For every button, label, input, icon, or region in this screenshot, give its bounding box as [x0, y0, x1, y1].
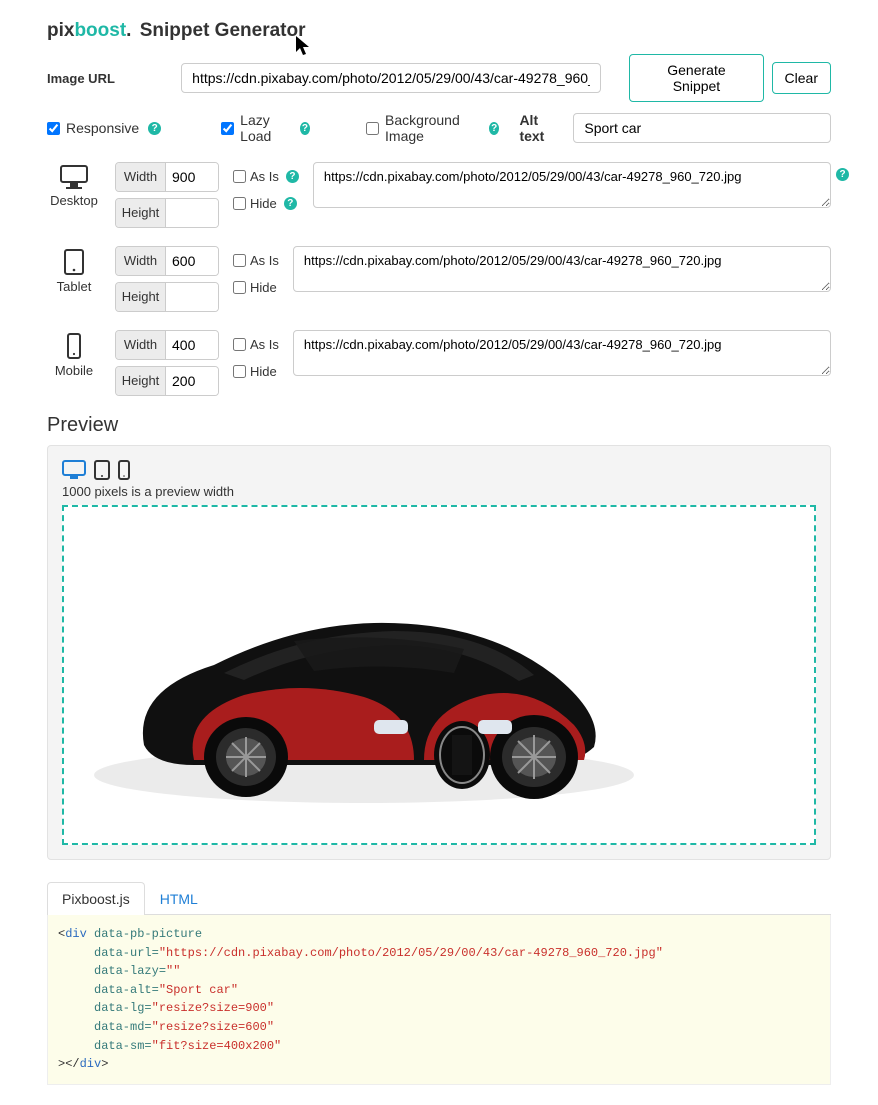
- device-mobile-label: Mobile: [47, 330, 101, 378]
- mobile-url-textarea[interactable]: [293, 330, 831, 376]
- mobile-asis-checkbox[interactable]: As Is: [233, 337, 279, 352]
- clear-button[interactable]: Clear: [772, 62, 831, 94]
- responsive-checkbox[interactable]: [47, 122, 60, 135]
- device-desktop-label: Desktop: [47, 162, 101, 208]
- alt-text-input[interactable]: [573, 113, 831, 143]
- image-url-input[interactable]: [181, 63, 601, 93]
- tab-pixboostjs[interactable]: Pixboost.js: [47, 882, 145, 915]
- image-url-label: Image URL: [47, 71, 173, 86]
- tablet-height-input[interactable]: [166, 283, 218, 311]
- mobile-hide-checkbox[interactable]: Hide: [233, 364, 279, 379]
- help-icon[interactable]: ?: [284, 197, 297, 210]
- cursor-icon: [296, 36, 310, 56]
- preview-mobile-icon[interactable]: [118, 460, 130, 480]
- preview-canvas: [62, 505, 816, 845]
- alt-label: Alt text: [519, 112, 559, 144]
- mobile-width-input[interactable]: [166, 331, 218, 359]
- lazy-checkbox[interactable]: [221, 122, 234, 135]
- desktop-height-input[interactable]: [166, 199, 218, 227]
- tab-html[interactable]: HTML: [145, 882, 213, 915]
- preview-note: 1000 pixels is a preview width: [62, 484, 816, 499]
- preview-car-image: [64, 525, 664, 825]
- bg-checkbox-wrap[interactable]: Background Image ?: [366, 112, 499, 144]
- code-output[interactable]: <div data-pb-picture data-url="https://c…: [47, 915, 831, 1085]
- app-logo: pixboost. Snippet Generator: [47, 20, 831, 42]
- help-icon[interactable]: ?: [148, 122, 161, 135]
- preview-box: 1000 pixels is a preview width: [47, 445, 831, 860]
- help-icon[interactable]: ?: [489, 122, 500, 135]
- generate-snippet-button[interactable]: Generate Snippet: [629, 54, 763, 102]
- lazy-checkbox-wrap[interactable]: Lazy Load ?: [221, 112, 310, 144]
- help-icon[interactable]: ?: [286, 170, 299, 183]
- logo-title: Snippet Generator: [140, 20, 306, 41]
- desktop-asis-checkbox[interactable]: As Is ?: [233, 169, 299, 184]
- desktop-url-textarea[interactable]: [313, 162, 831, 208]
- device-tablet-label: Tablet: [47, 246, 101, 294]
- mobile-height-input[interactable]: [166, 367, 218, 395]
- bg-checkbox[interactable]: [366, 122, 379, 135]
- tablet-url-textarea[interactable]: [293, 246, 831, 292]
- logo-pix: pix: [47, 20, 74, 41]
- help-icon[interactable]: ?: [300, 122, 310, 135]
- desktop-hide-checkbox[interactable]: Hide ?: [233, 196, 299, 211]
- help-icon[interactable]: ?: [836, 168, 849, 181]
- preview-tablet-icon[interactable]: [94, 460, 110, 480]
- tablet-width-input[interactable]: [166, 247, 218, 275]
- tablet-asis-checkbox[interactable]: As Is: [233, 253, 279, 268]
- preview-title: Preview: [47, 414, 831, 437]
- desktop-width-input[interactable]: [166, 163, 218, 191]
- logo-boost: boost: [74, 20, 126, 41]
- responsive-checkbox-wrap[interactable]: Responsive ?: [47, 120, 161, 136]
- tablet-hide-checkbox[interactable]: Hide: [233, 280, 279, 295]
- preview-desktop-icon[interactable]: [62, 460, 86, 480]
